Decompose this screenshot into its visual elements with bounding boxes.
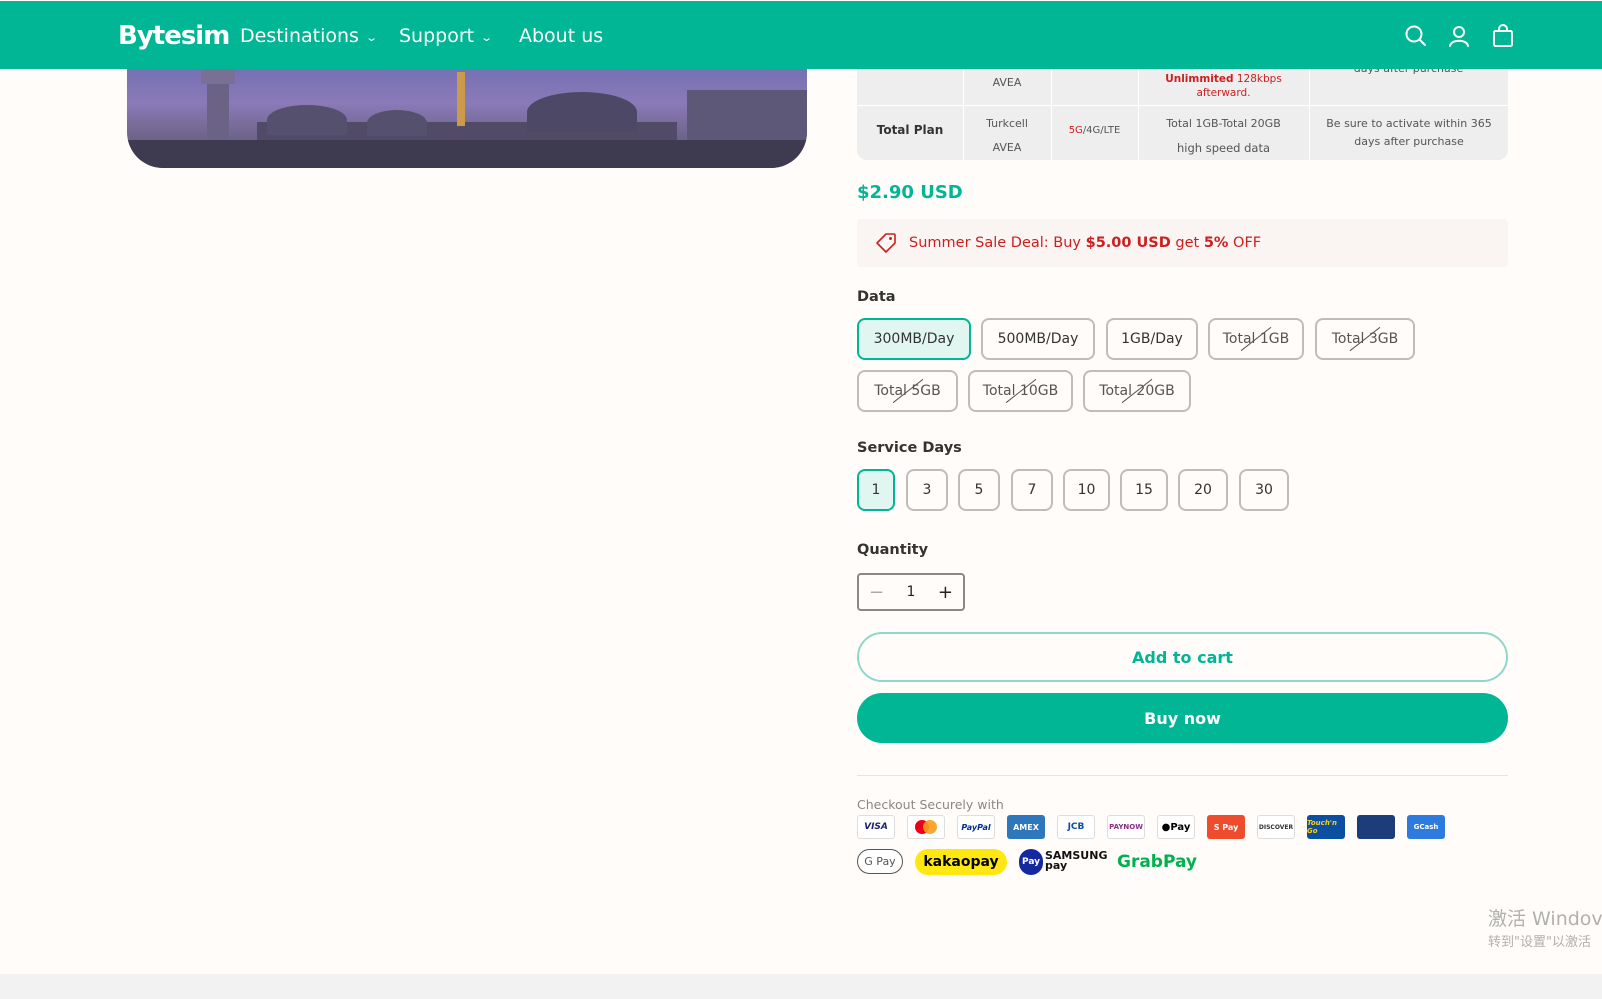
days-option-30[interactable]: 30 [1239, 469, 1289, 511]
discover-logo: DISCOVER [1257, 815, 1295, 839]
account-icon[interactable] [1446, 23, 1472, 49]
touch-n-go-logo: Touch'n Go [1307, 815, 1345, 839]
gcash-logo: GCash [1407, 815, 1445, 839]
deal-prefix: Summer Sale Deal: Buy [909, 235, 1086, 251]
nav-destinations[interactable]: Destinations ⌄ [240, 25, 378, 47]
plan-spec-table: AVEA Unlimmited 128kbps afterward. days … [857, 62, 1508, 161]
spec-operators: Turkcell AVEA [963, 112, 1051, 160]
data-option-total-1gb[interactable]: Total 1GB [1208, 318, 1304, 360]
quantity-input[interactable]: 1 [907, 584, 916, 600]
days-option-20[interactable]: 20 [1178, 469, 1228, 511]
deal-percent: 5% [1203, 235, 1229, 251]
samsung-pay-badge: Pay [1019, 849, 1043, 875]
quantity-label: Quantity [857, 542, 929, 558]
chevron-down-icon: ⌄ [365, 30, 378, 44]
site-header: Bytesim Destinations ⌄ Support ⌄ About u… [0, 1, 1602, 69]
mastercard-logo [907, 815, 945, 839]
spec-speed-note: Unlimmited 128kbps afterward. [1138, 72, 1309, 100]
data-option-total-5gb[interactable]: Total 5GB [857, 370, 958, 412]
data-option-total-3gb[interactable]: Total 3GB [1315, 318, 1415, 360]
samsung-pay-logo: SAMSUNG pay [1045, 848, 1108, 872]
amex-logo: AMEX [1007, 815, 1045, 839]
spec-plan-name: Total Plan [876, 123, 944, 137]
kakaopay-logo: kakaopay [915, 849, 1007, 875]
days-option-5[interactable]: 5 [958, 469, 1000, 511]
product-price: $2.90 USD [857, 182, 963, 203]
paypal-logo: PayPal [957, 815, 995, 839]
service-days-label: Service Days [857, 440, 962, 456]
divider [857, 775, 1508, 776]
nav-about-label: About us [519, 25, 604, 47]
data-option-1gb-day[interactable]: 1GB/Day [1106, 318, 1198, 360]
apple-pay-logo: ● Pay [1157, 815, 1195, 839]
windows-activation-hint: 转到"设置"以激活 [1488, 935, 1591, 950]
spec-network: 5G/4G/LTE [1051, 124, 1138, 138]
sale-deal-banner: Summer Sale Deal: Buy $5.00 USD get 5% O… [857, 219, 1508, 267]
data-option-total-10gb[interactable]: Total 10GB [968, 370, 1073, 412]
grabpay-logo: GrabPay [1117, 852, 1198, 872]
spec-activation-2: Be sure to activate within 365 days afte… [1326, 117, 1492, 148]
days-option-10[interactable]: 10 [1063, 469, 1110, 511]
apple-pay-text: Pay [1170, 821, 1191, 833]
days-option-15[interactable]: 15 [1120, 469, 1168, 511]
nav-support[interactable]: Support ⌄ [399, 25, 494, 47]
chevron-down-icon: ⌄ [480, 30, 494, 44]
tag-icon [876, 233, 896, 253]
spec-data-note: high speed data [1176, 141, 1271, 156]
paynow-logo: PAYNOW [1107, 815, 1145, 839]
visa-logo: VISA [857, 815, 895, 839]
deal-suffix: OFF [1228, 235, 1262, 251]
data-option-total-20gb[interactable]: Total 20GB [1083, 370, 1191, 412]
jcb-logo: JCB [1057, 815, 1095, 839]
checkout-label: Checkout Securely with [857, 797, 1004, 812]
google-pay-logo: G Pay [857, 849, 903, 874]
spec-unlimited: Unlimmited [1165, 73, 1234, 85]
cart-icon[interactable] [1490, 23, 1516, 49]
spec-network-rest: /4G/LTE [1082, 125, 1121, 136]
add-to-cart-button[interactable]: Add to cart [857, 632, 1508, 682]
spec-operator: AVEA [992, 76, 1022, 89]
quantity-decrease-button[interactable]: − [869, 582, 884, 603]
spec-operator-1: Turkcell [986, 117, 1028, 130]
deal-amount: $5.00 USD [1085, 235, 1171, 251]
nav-about[interactable]: About us [519, 25, 603, 47]
spec-data-range: Total 1GB-Total 20GB [1166, 117, 1281, 130]
deal-text: Summer Sale Deal: Buy $5.00 USD get 5% O… [909, 235, 1261, 251]
deal-middle: get [1170, 235, 1204, 251]
quantity-increase-button[interactable]: + [938, 582, 953, 603]
days-option-3[interactable]: 3 [906, 469, 948, 511]
days-option-7[interactable]: 7 [1011, 469, 1053, 511]
nav-support-label: Support [399, 25, 475, 47]
quantity-stepper: − 1 + [857, 573, 965, 611]
site-logo[interactable]: Bytesim [118, 21, 230, 51]
spec-network-5g: 5G [1068, 125, 1083, 136]
footer-strip [0, 974, 1602, 999]
bank-logo [1357, 815, 1395, 839]
shopeepay-logo: S Pay [1207, 815, 1245, 839]
spec-operator-2: AVEA [992, 141, 1022, 155]
apple-icon: ● [1161, 821, 1171, 833]
spec-data: Total 1GB-Total 20GB high speed data [1138, 112, 1309, 161]
data-option-500mb-day[interactable]: 500MB/Day [981, 318, 1095, 360]
windows-activation-watermark: 激活 Windov [1488, 908, 1602, 930]
days-option-1[interactable]: 1 [857, 469, 895, 511]
buy-now-button[interactable]: Buy now [857, 693, 1508, 743]
search-icon[interactable] [1403, 23, 1429, 49]
data-label: Data [857, 289, 896, 305]
nav-destinations-label: Destinations [240, 25, 359, 47]
data-option-300mb-day[interactable]: 300MB/Day [857, 318, 971, 360]
